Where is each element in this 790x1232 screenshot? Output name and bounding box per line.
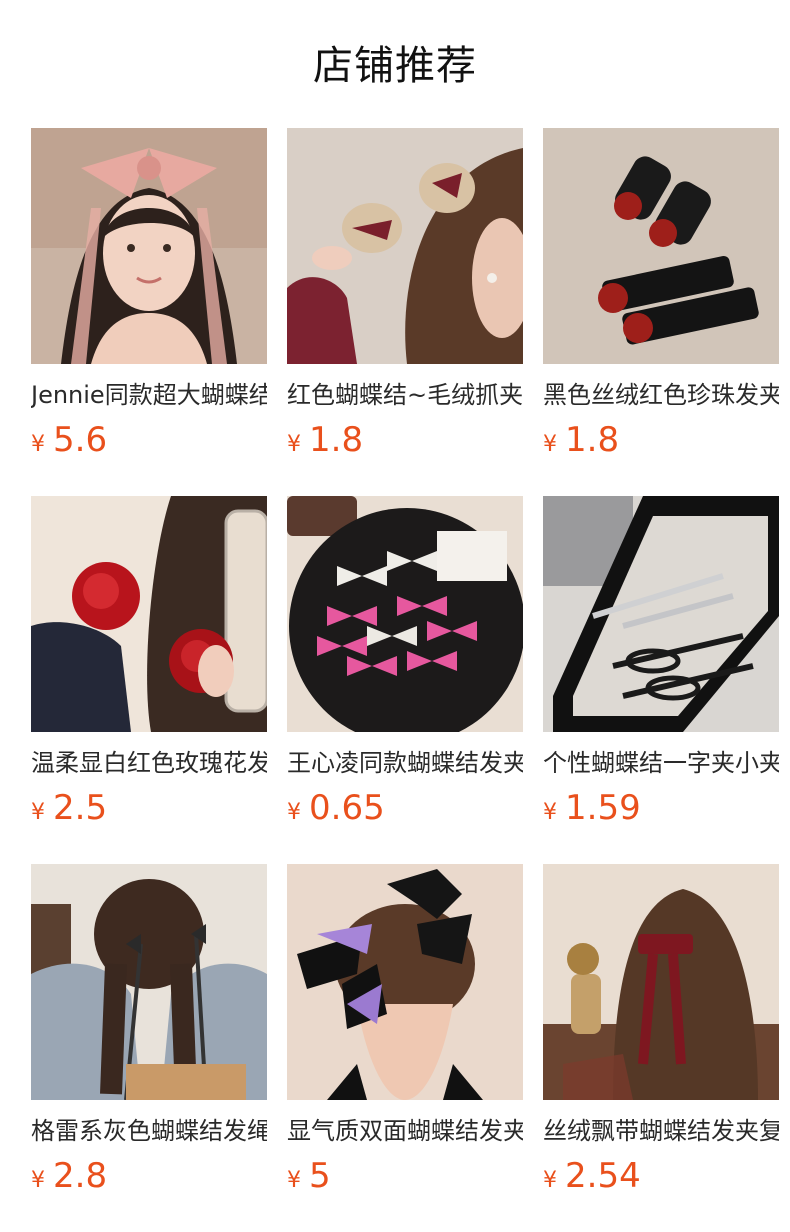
product-card[interactable]: 格雷系灰色蝴蝶结发绳 ¥2.8 xyxy=(31,864,267,1204)
currency-symbol: ¥ xyxy=(287,1168,301,1193)
product-card[interactable]: 显气质双面蝴蝶结发夹 ¥5 xyxy=(287,864,523,1204)
velvet-pearl-hair-clips-photo-icon[interactable] xyxy=(543,128,779,364)
currency-symbol: ¥ xyxy=(31,800,45,825)
currency-symbol: ¥ xyxy=(287,800,301,825)
black-purple-bow-bun-photo-icon[interactable] xyxy=(287,864,523,1100)
product-price: ¥1.8 xyxy=(287,418,363,462)
price-value: 5 xyxy=(309,1156,331,1196)
product-price: ¥1.8 xyxy=(543,418,619,462)
currency-symbol: ¥ xyxy=(543,1168,557,1193)
product-grid: Jennie同款超大蝴蝶结发夹 ¥5.6 红色蝴蝶结~毛绒抓夹 ¥1.8 xyxy=(0,0,790,1232)
product-price: ¥2.8 xyxy=(31,1154,107,1198)
product-name[interactable]: 格雷系灰色蝴蝶结发绳 xyxy=(31,1114,267,1148)
red-rose-scrunchie-photo-icon[interactable] xyxy=(31,496,267,732)
price-value: 1.8 xyxy=(309,420,364,460)
plush-bear-claw-clip-photo-icon[interactable] xyxy=(287,128,523,364)
product-price: ¥5.6 xyxy=(31,418,107,462)
currency-symbol: ¥ xyxy=(287,432,301,457)
product-card[interactable]: 丝绒飘带蝴蝶结发夹复古 ¥2.54 xyxy=(543,864,779,1204)
product-price: ¥2.54 xyxy=(543,1154,641,1198)
product-name[interactable]: 王心凌同款蝴蝶结发夹 xyxy=(287,746,523,780)
product-card[interactable]: 温柔显白红色玫瑰花发圈 ¥2.5 xyxy=(31,496,267,836)
product-name[interactable]: 黑色丝绒红色珍珠发夹 xyxy=(543,378,779,412)
currency-symbol: ¥ xyxy=(543,800,557,825)
currency-symbol: ¥ xyxy=(31,432,45,457)
product-price: ¥2.5 xyxy=(31,786,107,830)
price-value: 0.65 xyxy=(309,788,385,828)
grey-ribbon-braids-photo-icon[interactable] xyxy=(31,864,267,1100)
product-card[interactable]: 个性蝴蝶结一字夹小夹子 ¥1.59 xyxy=(543,496,779,836)
price-value: 5.6 xyxy=(53,420,108,460)
product-card[interactable]: 红色蝴蝶结~毛绒抓夹 ¥1.8 xyxy=(287,128,523,468)
currency-symbol: ¥ xyxy=(31,1168,45,1193)
price-value: 2.8 xyxy=(53,1156,108,1196)
product-card[interactable]: Jennie同款超大蝴蝶结发夹 ¥5.6 xyxy=(31,128,267,468)
product-name[interactable]: 红色蝴蝶结~毛绒抓夹 xyxy=(287,378,523,412)
pink-white-bows-plate-photo-icon[interactable] xyxy=(287,496,523,732)
product-card[interactable]: 黑色丝绒红色珍珠发夹 ¥1.8 xyxy=(543,128,779,468)
product-name[interactable]: 显气质双面蝴蝶结发夹 xyxy=(287,1114,523,1148)
product-card[interactable]: 王心凌同款蝴蝶结发夹 ¥0.65 xyxy=(287,496,523,836)
product-name[interactable]: 丝绒飘带蝴蝶结发夹复古 xyxy=(543,1114,779,1148)
product-name[interactable]: Jennie同款超大蝴蝶结发夹 xyxy=(31,378,267,412)
price-value: 1.8 xyxy=(565,420,620,460)
product-name[interactable]: 个性蝴蝶结一字夹小夹子 xyxy=(543,746,779,780)
pink-ribbon-bow-photo-icon[interactable] xyxy=(31,128,267,364)
price-value: 1.59 xyxy=(565,788,641,828)
silver-black-bow-pins-photo-icon[interactable] xyxy=(543,496,779,732)
product-price: ¥0.65 xyxy=(287,786,385,830)
product-price: ¥5 xyxy=(287,1154,331,1198)
product-name[interactable]: 温柔显白红色玫瑰花发圈 xyxy=(31,746,267,780)
price-value: 2.54 xyxy=(565,1156,641,1196)
product-price: ¥1.59 xyxy=(543,786,641,830)
red-velvet-ribbon-photo-icon[interactable] xyxy=(543,864,779,1100)
currency-symbol: ¥ xyxy=(543,432,557,457)
price-value: 2.5 xyxy=(53,788,108,828)
